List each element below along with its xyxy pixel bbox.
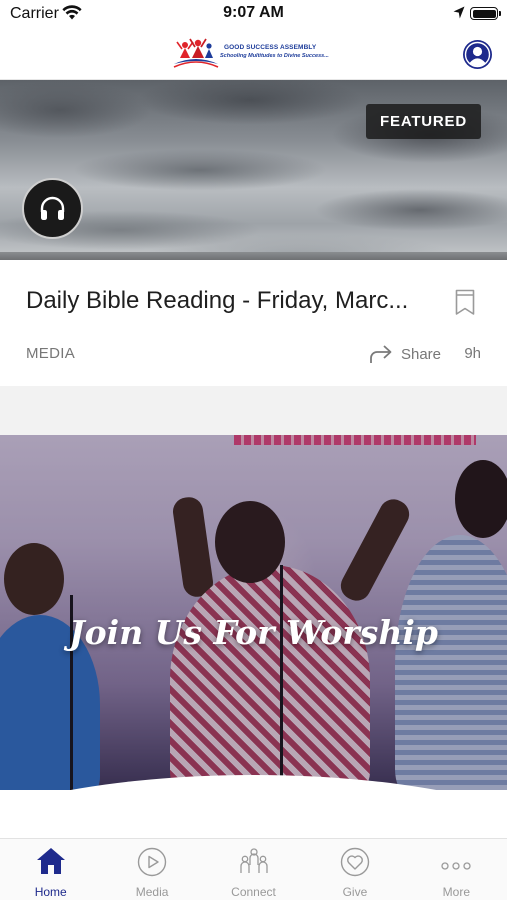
location-arrow-icon xyxy=(453,6,465,24)
featured-card[interactable]: FEATURED Daily Bible Reading - Friday, M… xyxy=(0,80,507,386)
card-title[interactable]: Daily Bible Reading - Friday, Marc... xyxy=(26,287,426,315)
tab-home-label: Home xyxy=(34,885,67,899)
feed-spacer xyxy=(0,790,507,838)
user-profile-icon[interactable] xyxy=(463,40,492,69)
home-feed[interactable]: FEATURED Daily Bible Reading - Friday, M… xyxy=(0,80,507,838)
more-dots-icon xyxy=(440,857,472,875)
logo-emblem-icon xyxy=(173,38,219,68)
tab-home[interactable]: Home xyxy=(0,839,101,900)
tab-give-label: Give xyxy=(342,885,368,899)
tab-more[interactable]: More xyxy=(406,839,507,900)
headphones-icon[interactable] xyxy=(22,178,83,239)
app-header: GOOD SUCCESS ASSEMBLY Schooling Multitud… xyxy=(0,30,507,80)
share-icon xyxy=(370,345,392,363)
tab-media[interactable]: Media xyxy=(101,839,202,900)
play-circle-icon xyxy=(137,847,167,882)
people-group-icon xyxy=(238,847,270,882)
tab-bar: Home Media Connect Give More xyxy=(0,838,507,900)
status-bar: Carrier 9:07 AM xyxy=(0,0,507,30)
share-button[interactable]: Share xyxy=(369,342,441,366)
worship-title: Join Us For Worship xyxy=(69,613,438,652)
tab-media-label: Media xyxy=(135,885,169,899)
heart-circle-icon xyxy=(340,847,370,882)
worship-banner[interactable]: Join Us For Worship xyxy=(0,435,507,790)
logo-tagline: Schooling Multitudes to Divine Success..… xyxy=(220,53,329,59)
tab-give[interactable]: Give xyxy=(304,839,405,900)
tab-connect[interactable]: Connect xyxy=(203,839,304,900)
home-icon xyxy=(36,847,66,880)
tab-more-label: More xyxy=(442,885,470,899)
tab-connect-label: Connect xyxy=(231,885,276,899)
hero-horizon xyxy=(0,252,507,260)
status-time: 9:07 AM xyxy=(223,4,284,21)
logo-name: GOOD SUCCESS ASSEMBLY xyxy=(224,44,317,51)
battery-full-icon xyxy=(470,7,501,20)
bookmark-icon[interactable] xyxy=(455,289,475,321)
featured-badge: FEATURED xyxy=(366,104,481,139)
card-age: 9h xyxy=(464,345,481,362)
card-category: MEDIA xyxy=(26,345,76,362)
church-logo[interactable]: GOOD SUCCESS ASSEMBLY Schooling Multitud… xyxy=(172,36,338,72)
share-label: Share xyxy=(400,345,441,363)
